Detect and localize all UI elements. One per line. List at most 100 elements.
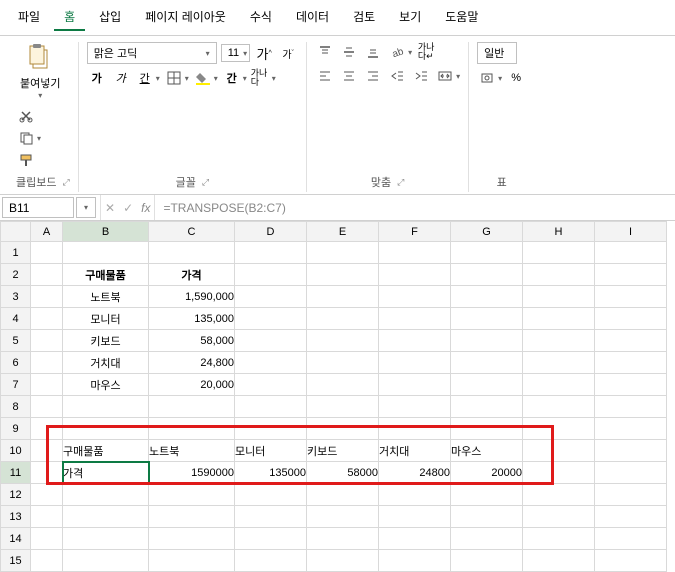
cut-button[interactable]	[16, 106, 36, 126]
menu-formulas[interactable]: 수식	[240, 4, 282, 31]
paste-button[interactable]: 붙여넣기 ▾	[16, 42, 64, 102]
col-header-I[interactable]: I	[595, 222, 667, 242]
enter-icon[interactable]: ✓	[123, 201, 133, 215]
cell-C4[interactable]: 135,000	[149, 308, 235, 330]
row-header-1[interactable]: 1	[1, 242, 31, 264]
name-box-dropdown[interactable]: ▾	[76, 197, 96, 218]
row-header-11[interactable]: 11	[1, 462, 31, 484]
col-header-G[interactable]: G	[451, 222, 523, 242]
row-header-10[interactable]: 10	[1, 440, 31, 462]
cell-C5[interactable]: 58,000	[149, 330, 235, 352]
number-format-select[interactable]: 일반	[477, 42, 517, 64]
cell-C6[interactable]: 24,800	[149, 352, 235, 374]
name-box[interactable]: B11	[2, 197, 74, 218]
row-header-15[interactable]: 15	[1, 550, 31, 572]
cell-C10[interactable]: 노트북	[149, 440, 235, 462]
italic-button[interactable]: 가	[111, 68, 131, 88]
cell-G10[interactable]: 마우스	[451, 440, 523, 462]
decrease-font-button[interactable]: 가ˇ	[278, 43, 298, 63]
dialog-launcher-icon[interactable]: ⤢	[62, 177, 69, 188]
cancel-icon[interactable]: ✕	[105, 201, 115, 215]
font-name-select[interactable]: 맑은 고딕 ▾	[87, 42, 217, 64]
chevron-down-icon[interactable]: ▾	[37, 134, 41, 143]
row-header-5[interactable]: 5	[1, 330, 31, 352]
formula-input[interactable]: =TRANSPOSE(B2:C7)	[155, 195, 675, 220]
align-middle-button[interactable]	[339, 42, 359, 62]
underline-button[interactable]: 간	[135, 68, 155, 88]
decrease-indent-button[interactable]	[387, 66, 407, 86]
dialog-launcher-icon[interactable]: ⤢	[397, 177, 404, 188]
menu-help[interactable]: 도움말	[435, 4, 488, 31]
cell-B10[interactable]: 구매물품	[63, 440, 149, 462]
font-color-button[interactable]: 간	[222, 68, 242, 88]
phonetic-button[interactable]: 가나다	[251, 68, 271, 88]
cell-B6[interactable]: 거치대	[63, 352, 149, 374]
menu-review[interactable]: 검토	[343, 4, 385, 31]
col-header-H[interactable]: H	[523, 222, 595, 242]
align-bottom-button[interactable]	[363, 42, 383, 62]
row-header-8[interactable]: 8	[1, 396, 31, 418]
row-header-9[interactable]: 9	[1, 418, 31, 440]
cell-F10[interactable]: 거치대	[379, 440, 451, 462]
row-header-4[interactable]: 4	[1, 308, 31, 330]
align-left-button[interactable]	[315, 66, 335, 86]
menu-page-layout[interactable]: 페이지 레이아웃	[135, 4, 236, 31]
format-painter-button[interactable]	[16, 150, 36, 170]
cell-G11[interactable]: 20000	[451, 462, 523, 484]
chevron-down-icon[interactable]: ▾	[498, 74, 502, 83]
row-header-13[interactable]: 13	[1, 506, 31, 528]
orientation-button[interactable]: ab	[387, 42, 407, 62]
dialog-launcher-icon[interactable]: ⤢	[202, 177, 209, 188]
row-header-7[interactable]: 7	[1, 374, 31, 396]
cell-E10[interactable]: 키보드	[307, 440, 379, 462]
cell-C3[interactable]: 1,590,000	[149, 286, 235, 308]
row-header-12[interactable]: 12	[1, 484, 31, 506]
row-header-3[interactable]: 3	[1, 286, 31, 308]
align-top-button[interactable]	[315, 42, 335, 62]
increase-font-button[interactable]: 가^	[254, 43, 274, 63]
col-header-C[interactable]: C	[149, 222, 235, 242]
chevron-down-icon[interactable]: ▾	[272, 74, 276, 83]
cell-B11[interactable]: 가격	[63, 462, 149, 484]
col-header-F[interactable]: F	[379, 222, 451, 242]
copy-button[interactable]	[16, 128, 36, 148]
increase-indent-button[interactable]	[411, 66, 431, 86]
menu-view[interactable]: 보기	[389, 4, 431, 31]
merge-button[interactable]	[435, 66, 455, 86]
row-header-2[interactable]: 2	[1, 264, 31, 286]
menu-insert[interactable]: 삽입	[89, 4, 131, 31]
cell-F11[interactable]: 24800	[379, 462, 451, 484]
font-size-select[interactable]: 11 ▾	[221, 44, 250, 62]
borders-button[interactable]	[164, 68, 184, 88]
align-right-button[interactable]	[363, 66, 383, 86]
col-header-A[interactable]: A	[31, 222, 63, 242]
align-center-button[interactable]	[339, 66, 359, 86]
row-header-6[interactable]: 6	[1, 352, 31, 374]
chevron-down-icon[interactable]: ▾	[243, 74, 247, 83]
cell-D11[interactable]: 135000	[235, 462, 307, 484]
bold-button[interactable]: 가	[87, 68, 107, 88]
menu-file[interactable]: 파일	[8, 4, 50, 31]
cell-C2[interactable]: 가격	[149, 264, 235, 286]
menu-home[interactable]: 홈	[54, 4, 85, 31]
col-header-E[interactable]: E	[307, 222, 379, 242]
fx-icon[interactable]: fx	[141, 201, 150, 215]
cell-E11[interactable]: 58000	[307, 462, 379, 484]
chevron-down-icon[interactable]: ▾	[156, 74, 160, 83]
cell-D10[interactable]: 모니터	[235, 440, 307, 462]
cell-B7[interactable]: 마우스	[63, 374, 149, 396]
col-header-B[interactable]: B	[63, 222, 149, 242]
wrap-text-button[interactable]: 가나다↵	[416, 42, 436, 62]
percent-button[interactable]: %	[506, 68, 526, 88]
chevron-down-icon[interactable]: ▾	[214, 74, 218, 83]
chevron-down-icon[interactable]: ▾	[408, 48, 412, 57]
cell-B5[interactable]: 키보드	[63, 330, 149, 352]
select-all-corner[interactable]	[1, 222, 31, 242]
currency-button[interactable]	[477, 68, 497, 88]
cell-B3[interactable]: 노트북	[63, 286, 149, 308]
cell-C11[interactable]: 1590000	[149, 462, 235, 484]
fill-color-button[interactable]	[193, 68, 213, 88]
sheet-table[interactable]: A B C D E F G H I 1 2 구매물품 가격 3 노트북 1,59…	[0, 221, 667, 572]
chevron-down-icon[interactable]: ▾	[185, 74, 189, 83]
chevron-down-icon[interactable]: ▾	[456, 72, 460, 81]
